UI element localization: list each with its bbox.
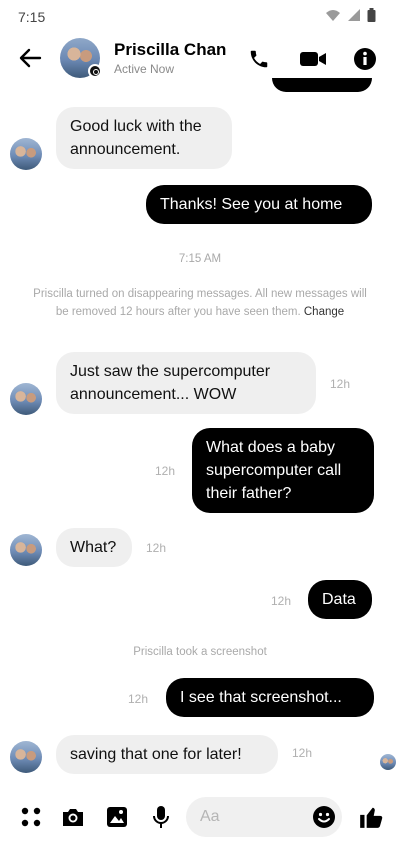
gallery-icon (107, 807, 127, 827)
message-time: 12h (271, 594, 292, 608)
message-input[interactable]: Aa (186, 797, 342, 837)
message-line: their father? (206, 485, 292, 502)
disappearing-messages-notice: Priscilla turned on disappearing message… (28, 285, 372, 321)
active-status-text: Active Now (114, 62, 175, 76)
message-line: What? (70, 539, 117, 556)
message-time: 12h (155, 464, 176, 478)
gallery-button[interactable] (104, 804, 130, 830)
back-arrow-icon[interactable] (16, 44, 44, 72)
apps-icon (21, 807, 41, 827)
signal-icon (348, 9, 360, 21)
info-icon (354, 48, 376, 70)
status-bar: 7:15 (0, 0, 400, 32)
outgoing-message[interactable]: Thanks! See you at home (146, 185, 372, 224)
thumbs-up-icon (360, 807, 383, 828)
change-link[interactable]: Change (304, 306, 344, 318)
message-line: saving that one for later! (70, 746, 242, 763)
message-time: 12h (128, 692, 149, 706)
message-line: I see that screenshot... (180, 689, 342, 706)
status-icons (325, 8, 376, 22)
incoming-message[interactable]: saving that one for later! (56, 735, 278, 774)
read-receipt-avatar (380, 754, 396, 770)
video-call-button[interactable] (298, 46, 328, 72)
active-status-indicator (88, 64, 102, 78)
screenshot-notice: Priscilla took a screenshot (133, 646, 267, 658)
wifi-icon (326, 10, 340, 21)
outgoing-message[interactable]: What does a baby supercomputer call thei… (192, 428, 374, 513)
incoming-message[interactable]: Good luck with the announcement. (56, 107, 232, 169)
microphone-icon (153, 806, 169, 828)
more-actions-button[interactable] (18, 804, 44, 830)
conversation-info-button[interactable] (352, 46, 378, 72)
sender-avatar[interactable] (10, 741, 42, 773)
battery-icon (367, 8, 376, 22)
like-button[interactable] (358, 804, 384, 830)
status-time: 7:15 (18, 9, 46, 25)
message-time: 12h (292, 746, 313, 760)
phone-icon (250, 50, 268, 68)
outgoing-message[interactable]: Data (308, 580, 372, 619)
message-line: announcement. (70, 141, 181, 158)
contact-name[interactable]: Priscilla Chan (114, 40, 226, 60)
camera-button[interactable] (60, 804, 86, 830)
camera-icon (63, 809, 83, 826)
message-line: Good luck with the (70, 118, 202, 135)
conversation-timestamp: 7:15 AM (178, 253, 222, 265)
voice-message-button[interactable] (148, 804, 174, 830)
message-line: Thanks! See you at home (160, 196, 343, 213)
message-time: 12h (330, 377, 351, 391)
message-line: supercomputer call (206, 462, 342, 479)
sender-avatar[interactable] (10, 383, 42, 415)
message-line: Data (322, 591, 356, 608)
message-input-placeholder: Aa (200, 808, 220, 825)
voice-call-button[interactable] (246, 46, 272, 72)
emoji-icon[interactable] (312, 805, 336, 829)
message-line: Just saw the supercomputer (70, 363, 271, 380)
message-line: announcement... WOW (70, 386, 237, 403)
previous-message-fragment (272, 78, 372, 92)
sender-avatar[interactable] (10, 534, 42, 566)
message-time: 12h (146, 541, 167, 555)
video-camera-icon (300, 52, 326, 66)
incoming-message[interactable]: Just saw the supercomputer announcement.… (56, 352, 316, 414)
outgoing-message[interactable]: I see that screenshot... (166, 678, 374, 717)
sender-avatar[interactable] (10, 138, 42, 170)
message-composer: Aa (0, 795, 400, 839)
message-line: What does a baby (206, 439, 335, 456)
incoming-message[interactable]: What? (56, 528, 132, 567)
